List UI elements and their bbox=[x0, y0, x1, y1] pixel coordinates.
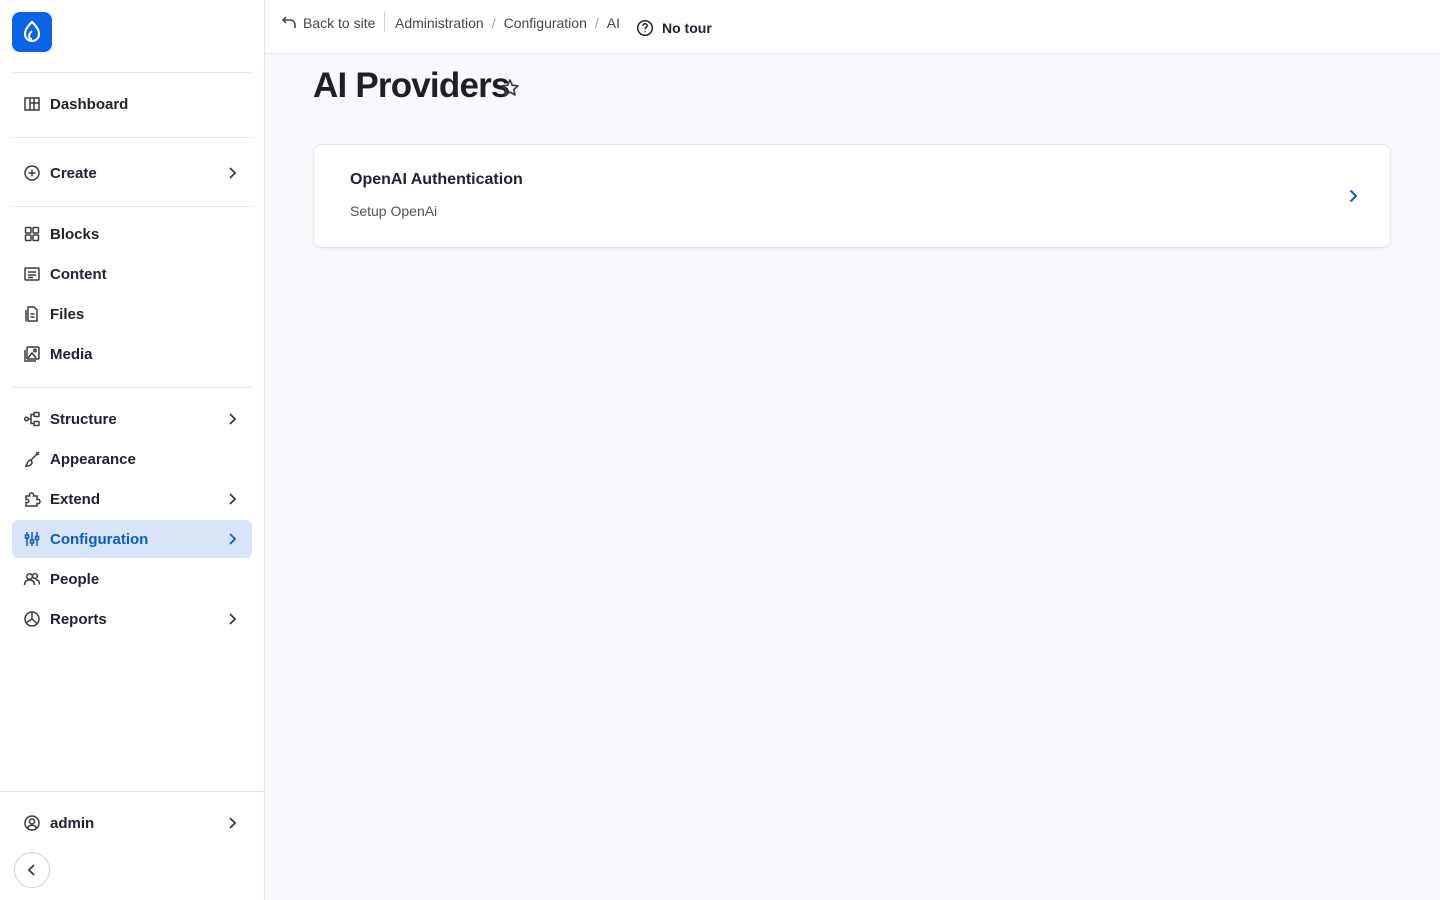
puzzle-icon bbox=[22, 489, 42, 509]
sidebar-item-dashboard[interactable]: Dashboard bbox=[12, 85, 252, 123]
sidebar-item-reports[interactable]: Reports bbox=[12, 600, 252, 638]
back-to-site-link[interactable]: Back to site bbox=[281, 12, 375, 34]
sidebar-item-label: Dashboard bbox=[50, 95, 129, 113]
sidebar-item-structure[interactable]: Structure bbox=[12, 400, 252, 438]
sidebar-item-create[interactable]: Create bbox=[12, 154, 252, 192]
sidebar-item-user[interactable]: admin bbox=[12, 804, 252, 842]
chevron-right-icon bbox=[224, 165, 240, 181]
sidebar-item-label: Blocks bbox=[50, 225, 100, 243]
breadcrumb: Administration / Configuration / AI bbox=[395, 12, 620, 34]
star-icon bbox=[501, 79, 519, 96]
sidebar-item-media[interactable]: Media bbox=[12, 335, 252, 373]
page-title: AI Providers bbox=[313, 66, 510, 105]
breadcrumb-separator: / bbox=[491, 15, 496, 31]
sidebar-item-label: Appearance bbox=[50, 450, 136, 468]
user-circle-icon bbox=[22, 813, 42, 833]
blocks-icon bbox=[22, 224, 42, 244]
sidebar-item-label: Structure bbox=[50, 410, 117, 428]
chevron-right-icon bbox=[1344, 187, 1362, 205]
sidebar-item-content[interactable]: Content bbox=[12, 255, 252, 293]
breadcrumb-ai[interactable]: AI bbox=[607, 15, 620, 31]
breadcrumb-configuration[interactable]: Configuration bbox=[504, 15, 587, 31]
back-arrow-icon bbox=[281, 16, 296, 28]
reports-icon bbox=[22, 609, 42, 629]
sidebar-divider bbox=[12, 137, 252, 138]
drupal-logo[interactable] bbox=[12, 12, 52, 52]
sidebar-item-label: Extend bbox=[50, 490, 101, 508]
chevron-left-icon bbox=[27, 864, 35, 876]
sidebar-divider bbox=[12, 387, 252, 388]
dashboard-icon bbox=[22, 94, 42, 114]
sidebar-divider bbox=[12, 72, 252, 73]
tour-label: No tour bbox=[662, 20, 712, 36]
chevron-right-icon bbox=[224, 815, 240, 831]
provider-card-openai[interactable]: OpenAI Authentication Setup OpenAi bbox=[313, 144, 1391, 248]
sidebar-item-people[interactable]: People bbox=[12, 560, 252, 598]
sidebar-item-label: Media bbox=[50, 345, 93, 363]
sidebar-divider bbox=[0, 791, 264, 792]
chevron-right-icon bbox=[224, 491, 240, 507]
sidebar-item-configuration[interactable]: Configuration bbox=[12, 520, 252, 558]
shortcut-star-button[interactable] bbox=[499, 77, 521, 99]
files-icon bbox=[22, 304, 42, 324]
plus-circle-icon bbox=[22, 163, 42, 183]
structure-icon bbox=[22, 409, 42, 429]
tour-button[interactable]: No tour bbox=[636, 17, 712, 39]
drupal-drop-icon bbox=[23, 20, 41, 43]
card-description: Setup OpenAi bbox=[350, 203, 438, 219]
back-to-site-label: Back to site bbox=[303, 15, 376, 31]
media-icon bbox=[22, 344, 42, 364]
sliders-icon bbox=[22, 529, 42, 549]
breadcrumb-separator: / bbox=[594, 15, 599, 31]
sidebar-item-appearance[interactable]: Appearance bbox=[12, 440, 252, 478]
brush-icon bbox=[22, 449, 42, 469]
sidebar-item-blocks[interactable]: Blocks bbox=[12, 215, 252, 253]
breadcrumb-administration[interactable]: Administration bbox=[395, 15, 484, 31]
card-title: OpenAI Authentication bbox=[350, 171, 523, 188]
sidebar-item-label: admin bbox=[50, 814, 95, 832]
sidebar: Dashboard Create Blocks Content Files Me… bbox=[0, 0, 265, 900]
sidebar-item-label: Create bbox=[50, 164, 97, 182]
collapse-sidebar-button[interactable] bbox=[14, 852, 50, 888]
chevron-right-icon bbox=[224, 411, 240, 427]
sidebar-item-extend[interactable]: Extend bbox=[12, 480, 252, 518]
sidebar-item-label: Files bbox=[50, 305, 85, 323]
sidebar-item-label: People bbox=[50, 570, 100, 588]
sidebar-item-label: Configuration bbox=[50, 530, 149, 548]
chevron-right-icon bbox=[224, 531, 240, 547]
sidebar-item-label: Reports bbox=[50, 610, 107, 628]
sidebar-item-label: Content bbox=[50, 265, 107, 283]
chevron-right-icon bbox=[224, 611, 240, 627]
content-icon bbox=[22, 264, 42, 284]
topbar-divider bbox=[384, 12, 385, 32]
top-bar: Back to site Administration / Configurat… bbox=[265, 0, 1440, 54]
help-circle-icon bbox=[636, 19, 654, 37]
sidebar-divider bbox=[12, 206, 252, 207]
sidebar-item-files[interactable]: Files bbox=[12, 295, 252, 333]
people-icon bbox=[22, 569, 42, 589]
